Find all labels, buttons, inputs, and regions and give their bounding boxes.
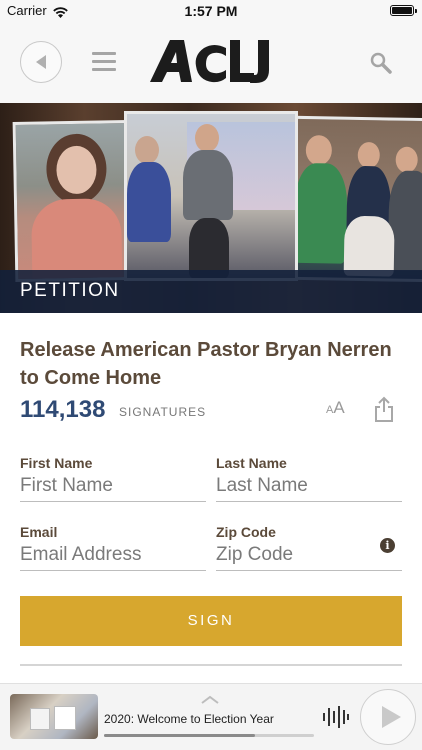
email-field[interactable]	[20, 544, 206, 571]
menu-button[interactable]	[92, 52, 116, 72]
track-title: 2020: Welcome to Election Year	[104, 712, 274, 726]
zip-label: Zip Code	[216, 524, 276, 540]
hamburger-line	[92, 60, 116, 63]
battery-icon	[390, 5, 417, 16]
first-name-field[interactable]	[20, 475, 206, 502]
search-button[interactable]	[369, 51, 393, 75]
search-icon	[370, 52, 392, 74]
play-icon	[382, 706, 401, 728]
mini-player[interactable]: 2020: Welcome to Election Year	[0, 683, 422, 750]
play-button[interactable]	[360, 689, 416, 745]
zip-group: Zip Code	[216, 524, 402, 571]
text-size-button[interactable]: AA	[326, 398, 352, 418]
figure-shape	[357, 141, 380, 169]
hamburger-line	[92, 68, 116, 71]
last-name-group: Last Name	[216, 455, 402, 502]
expand-player-button[interactable]	[200, 690, 220, 709]
share-icon	[375, 396, 393, 422]
email-label: Email	[20, 524, 58, 540]
status-bar: Carrier 1:57 PM	[0, 0, 422, 22]
sign-button[interactable]: SIGN	[20, 596, 402, 646]
hero-banner: PETITION	[0, 103, 422, 313]
episode-thumbnail[interactable]	[10, 694, 98, 739]
signature-count: 114,138	[20, 396, 106, 423]
figure-shape	[127, 162, 171, 242]
hero-photo-girl	[12, 119, 134, 283]
clock-label: 1:57 PM	[184, 3, 238, 19]
progress-fill	[104, 734, 256, 737]
hamburger-menu-icon	[92, 52, 116, 55]
top-nav	[0, 22, 422, 103]
petition-title: Release American Pastor Bryan Nerren to …	[20, 339, 392, 389]
last-name-field[interactable]	[216, 475, 402, 502]
waveform-button[interactable]	[322, 706, 350, 728]
first-name-group: First Name	[20, 455, 206, 502]
figure-shape	[395, 146, 418, 173]
waveform-icon	[323, 706, 349, 728]
figure-shape	[305, 135, 333, 166]
figure-shape	[293, 162, 348, 264]
zip-field[interactable]	[216, 544, 402, 571]
last-name-label: Last Name	[216, 455, 287, 471]
hero-label-band: PETITION	[0, 270, 422, 313]
hero-photo-pastor	[124, 111, 298, 281]
chevron-up-icon	[201, 695, 219, 704]
figure-shape	[195, 124, 219, 152]
thumbnail-shape	[54, 706, 76, 730]
battery-fill	[392, 7, 412, 14]
aclj-logo[interactable]	[148, 38, 274, 84]
text-size-icon: AA	[326, 398, 345, 417]
back-arrow-icon	[36, 55, 46, 69]
back-button[interactable]	[20, 41, 62, 83]
first-name-label: First Name	[20, 455, 93, 471]
divider	[20, 664, 402, 666]
thumbnail-shape	[30, 708, 50, 730]
figure-shape	[343, 215, 395, 277]
email-group: Email	[20, 524, 206, 571]
section-label: PETITION	[20, 280, 120, 301]
hero-photo-group	[290, 115, 422, 283]
share-button[interactable]	[373, 396, 395, 422]
figure-shape	[183, 150, 233, 220]
signature-count-label: SIGNATURES	[119, 405, 207, 419]
playback-progress[interactable]	[104, 734, 314, 737]
info-icon[interactable]: i	[380, 538, 395, 553]
figure-shape	[135, 136, 159, 164]
figure-shape	[189, 218, 229, 278]
